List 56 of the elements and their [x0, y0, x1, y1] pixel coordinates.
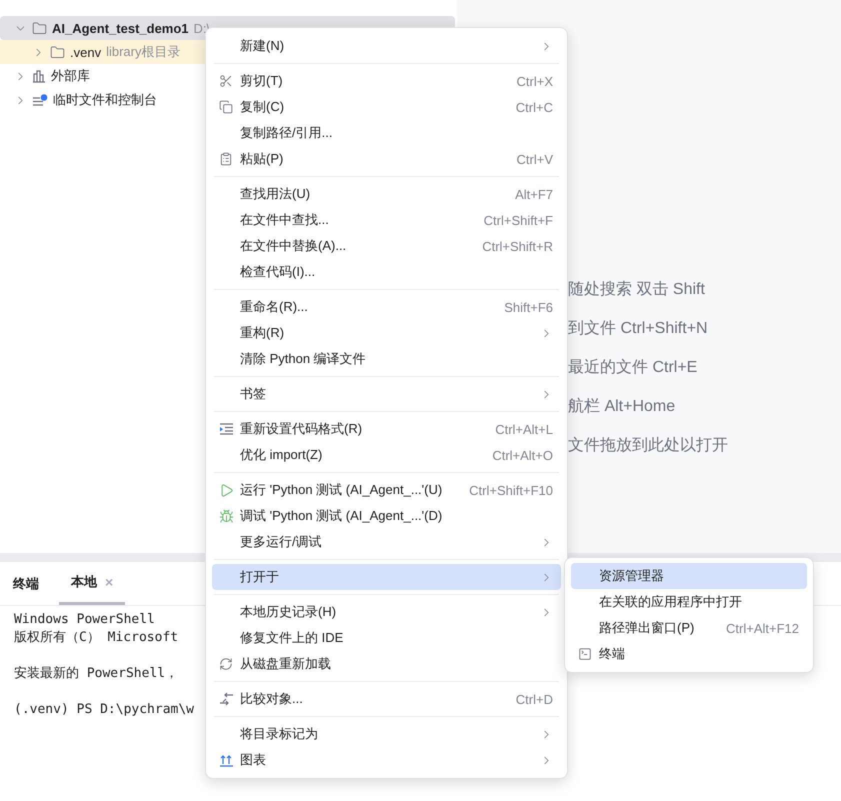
- tree-item-name: AI_Agent_test_demo1: [52, 20, 189, 36]
- menu-item-label: 复制(C): [240, 98, 286, 116]
- shortcut: Shift+F6: [504, 300, 553, 314]
- shortcut: Ctrl+D: [516, 692, 553, 706]
- menu-item-label: 检查代码(I)...: [240, 263, 316, 281]
- menu-item-label: 资源管理器: [599, 567, 665, 585]
- menu-item-label: 重构(R): [240, 324, 286, 342]
- menu-item-label: 粘贴(P): [240, 150, 284, 168]
- editor-hint: 到文件 Ctrl+Shift+N: [568, 319, 709, 339]
- menu-item-label: 本地历史记录(H): [240, 603, 338, 621]
- shortcut: Ctrl+X: [516, 74, 553, 88]
- menu-item-label: 比较对象...: [240, 690, 304, 708]
- tree-item-name: 外部库: [51, 67, 90, 85]
- menu-item-label: 终端: [599, 645, 626, 663]
- editor-hint: 随处搜索 双击 Shift: [568, 280, 706, 300]
- shortcut: Ctrl+Shift+R: [482, 238, 553, 254]
- shortcut: Ctrl+Alt+L: [495, 422, 553, 436]
- shortcut: Ctrl+Alt+O: [492, 448, 553, 462]
- shortcut: Ctrl+Alt+F12: [726, 620, 799, 636]
- shortcut: Ctrl+Shift+F: [484, 212, 553, 228]
- menu-item-label: 路径弹出窗口(P): [599, 619, 696, 637]
- terminal-line: Windows PowerShell: [14, 611, 155, 629]
- menu-item-label: 复制路径/引用...: [240, 124, 334, 142]
- shortcut: Ctrl+V: [516, 152, 553, 166]
- menu-item-label: 打开于: [240, 568, 280, 586]
- menu-item-label: 调试 'Python 测试 (AI_Agent_...'(D): [240, 507, 444, 525]
- menu-item-label: 图表: [240, 751, 267, 769]
- terminal-line: (.venv) PS D:\pychram\w: [14, 701, 194, 719]
- tree-item-hint: library根目录: [106, 43, 180, 61]
- tree-item-name: .venv: [70, 44, 102, 60]
- shortcut: Alt+F7: [515, 186, 553, 202]
- menu-item-label: 运行 'Python 测试 (AI_Agent_...'(U): [240, 481, 444, 499]
- menu-item-label: 更多运行/调试: [240, 533, 323, 551]
- menu-item-label: 查找用法(U): [240, 185, 312, 203]
- editor-hint: 最近的文件 Ctrl+E: [568, 358, 698, 378]
- menu-item-label: 从磁盘重新加载: [240, 655, 332, 673]
- terminal-line: 版权所有（C） Microsoft: [14, 629, 178, 647]
- menu-item-label: 优化 import(Z): [240, 446, 324, 464]
- menu-item-label: 在文件中替换(A)...: [240, 237, 348, 255]
- menu-item-label: 重新设置代码格式(R): [240, 420, 364, 438]
- menu-item-label: 清除 Python 编译文件: [240, 350, 367, 368]
- menu-item-label: 在关联的应用程序中打开: [599, 593, 743, 611]
- menu-item-label: 剪切(T): [240, 72, 284, 90]
- menu-item-label: 重命名(R)...: [240, 298, 309, 316]
- menu-item-label: 修复文件上的 IDE: [240, 629, 344, 647]
- menu-item-label: 在文件中查找...: [240, 211, 330, 229]
- shortcut: Ctrl+C: [516, 100, 553, 114]
- shortcut: Ctrl+Shift+F10: [469, 482, 553, 498]
- editor-hint: 航栏 Alt+Home: [568, 397, 676, 417]
- panel-title: 终端: [13, 574, 39, 592]
- tree-item-name: 临时文件和控制台: [53, 91, 157, 109]
- terminal-line: 安装最新的 PowerShell，: [14, 665, 178, 683]
- editor-hint: 文件拖放到此处以打开: [568, 436, 729, 456]
- menu-item-label: 书签: [240, 385, 267, 403]
- menu-item-label: 新建(N): [240, 37, 286, 55]
- menu-item-label: 将目录标记为: [240, 725, 319, 743]
